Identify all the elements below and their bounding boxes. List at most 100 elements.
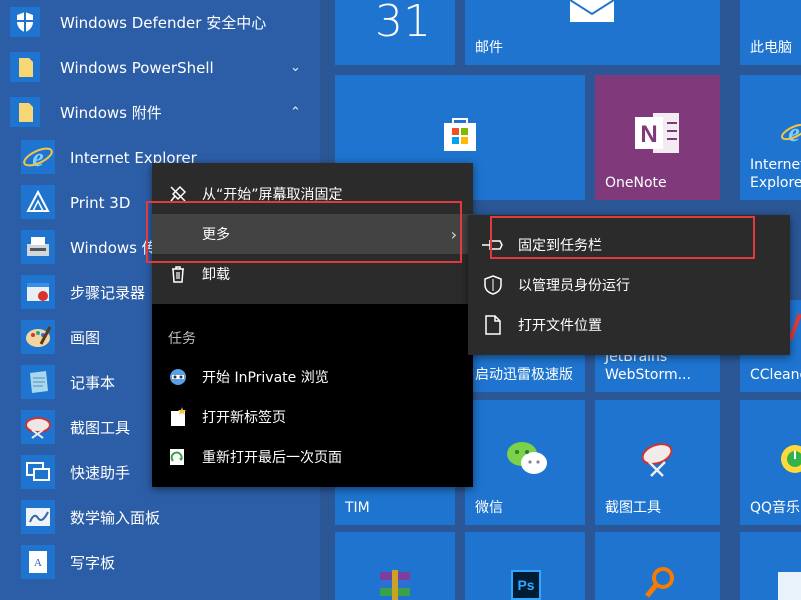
app-windows-accessories[interactable]: Windows 附件 ⌃ — [0, 90, 320, 135]
menu-item-open-file-location[interactable]: 打开文件位置 — [468, 305, 790, 345]
winrar-icon — [378, 570, 412, 600]
menu-item-reopen[interactable]: 重新打开最后一次页面 — [152, 437, 473, 477]
context-menu: 从“开始”屏幕取消固定 更多 › 卸载 任务 开始 InPrivate 浏览 打… — [152, 163, 473, 487]
math-input-icon — [20, 499, 56, 535]
tile-calendar[interactable]: 31 — [335, 0, 455, 65]
snipping-tool-icon — [20, 409, 56, 445]
tile-label-line2: WebStorm... — [605, 367, 691, 383]
onenote-icon: N — [635, 111, 681, 159]
app-windows-defender[interactable]: Windows Defender 安全中心 — [0, 0, 320, 45]
menu-item-label: 从“开始”屏幕取消固定 — [202, 187, 343, 203]
app-label: Windows 附件 — [60, 104, 162, 122]
quick-assist-icon — [20, 454, 56, 490]
svg-text:e: e — [32, 143, 44, 172]
wechat-icon — [505, 440, 549, 480]
tile-onenote[interactable]: N OneNote — [595, 75, 720, 200]
pin-icon — [482, 234, 504, 256]
trash-icon — [168, 264, 188, 284]
menu-item-new-tab[interactable]: 打开新标签页 — [152, 397, 473, 437]
internet-explorer-icon: e — [780, 117, 801, 151]
tile-winrar[interactable] — [335, 532, 455, 600]
tile-other[interactable] — [740, 532, 801, 600]
app-label: Windows PowerShell — [60, 58, 214, 77]
tile-mail[interactable]: 邮件 — [465, 0, 720, 65]
app-label: Windows 传 — [70, 239, 157, 257]
menu-item-unpin[interactable]: 从“开始”屏幕取消固定 — [152, 174, 473, 214]
chevron-down-icon[interactable]: ⌄ — [290, 60, 301, 75]
menu-item-label: 打开文件位置 — [518, 318, 602, 334]
shield-icon — [482, 274, 504, 296]
store-icon — [442, 115, 478, 157]
tile-label-line1: Internet — [750, 157, 801, 173]
steps-recorder-icon — [20, 274, 56, 310]
menu-item-uninstall[interactable]: 卸载 — [152, 254, 473, 294]
chevron-up-icon[interactable]: ⌃ — [290, 105, 301, 120]
wordpad-icon: A — [20, 544, 56, 580]
tile-label: 微信 — [475, 500, 503, 516]
print3d-icon — [20, 184, 56, 220]
tile-label: Internet Explorer — [750, 156, 801, 192]
app-icon — [778, 572, 801, 600]
tile-magnifier[interactable] — [595, 532, 720, 600]
svg-text:N: N — [640, 121, 657, 148]
app-label: 写字板 — [70, 554, 116, 572]
photoshop-icon: Ps — [511, 570, 541, 600]
tile-label: CCleane — [750, 367, 801, 383]
tile-label-line2: Explorer — [750, 175, 801, 191]
tile-label: QQ音乐 — [750, 500, 801, 516]
tile-this-pc[interactable]: 此电脑 — [740, 0, 801, 65]
app-label: Windows Defender 安全中心 — [60, 14, 267, 32]
qq-music-icon — [780, 442, 801, 480]
reopen-page-icon — [168, 447, 188, 467]
tile-label: OneNote — [605, 175, 667, 191]
app-windows-powershell[interactable]: Windows PowerShell ⌄ — [0, 45, 320, 90]
app-label: 记事本 — [70, 374, 116, 392]
app-label: 画图 — [70, 329, 101, 347]
menu-item-label: 以管理员身份运行 — [518, 278, 630, 294]
menu-item-label: 更多 — [202, 227, 230, 243]
tile-label: 启动迅雷极速版 — [475, 367, 573, 383]
calendar-day: 31 — [375, 0, 431, 47]
inprivate-icon — [168, 367, 188, 387]
tile-internet-explorer[interactable]: e Internet Explorer — [740, 75, 801, 200]
folder-icon — [10, 97, 40, 127]
app-label: 截图工具 — [70, 419, 131, 437]
submenu-more: 固定到任务栏 以管理员身份运行 打开文件位置 — [468, 215, 790, 355]
internet-explorer-icon: e — [20, 139, 56, 175]
svg-text:e: e — [788, 118, 800, 147]
svg-text:A: A — [34, 557, 42, 569]
menu-item-label: 开始 InPrivate 浏览 — [202, 370, 329, 386]
notepad-icon — [20, 364, 56, 400]
app-wordpad[interactable]: A 写字板 — [0, 540, 320, 585]
menu-item-label: 固定到任务栏 — [518, 238, 602, 254]
tasks-header: 任务 — [168, 331, 196, 347]
menu-item-label: 打开新标签页 — [202, 410, 286, 426]
magnifier-icon — [643, 566, 677, 600]
mail-icon — [569, 0, 615, 28]
tile-wechat[interactable]: 微信 — [465, 400, 585, 525]
app-label: 步骤记录器 — [70, 284, 146, 302]
app-math-input-panel[interactable]: 数学输入面板 — [0, 495, 320, 540]
windows-fax-icon — [20, 229, 56, 265]
menu-item-more[interactable]: 更多 › — [152, 214, 473, 254]
tile-label: TIM — [345, 500, 370, 516]
menu-item-run-as-admin[interactable]: 以管理员身份运行 — [468, 265, 790, 305]
document-icon — [482, 314, 504, 336]
menu-item-label: 重新打开最后一次页面 — [202, 450, 342, 466]
tile-snipping-tool[interactable]: 截图工具 — [595, 400, 720, 525]
tile-label: 邮件 — [475, 40, 503, 56]
app-label: 数学输入面板 — [70, 509, 161, 527]
app-label: Print 3D — [70, 193, 131, 212]
menu-item-pin-taskbar[interactable]: 固定到任务栏 — [468, 225, 790, 265]
menu-item-inprivate[interactable]: 开始 InPrivate 浏览 — [152, 357, 473, 397]
new-tab-icon — [168, 407, 188, 427]
tile-label: 截图工具 — [605, 500, 661, 516]
folder-icon — [10, 52, 40, 82]
tile-label: 此电脑 — [750, 40, 792, 56]
unpin-icon — [168, 184, 188, 204]
tile-qq-music[interactable]: QQ音乐 — [740, 400, 801, 525]
tile-photoshop[interactable]: Ps — [465, 532, 585, 600]
paint-icon — [20, 319, 56, 355]
app-label: 快速助手 — [70, 464, 131, 482]
shield-icon — [10, 7, 40, 37]
